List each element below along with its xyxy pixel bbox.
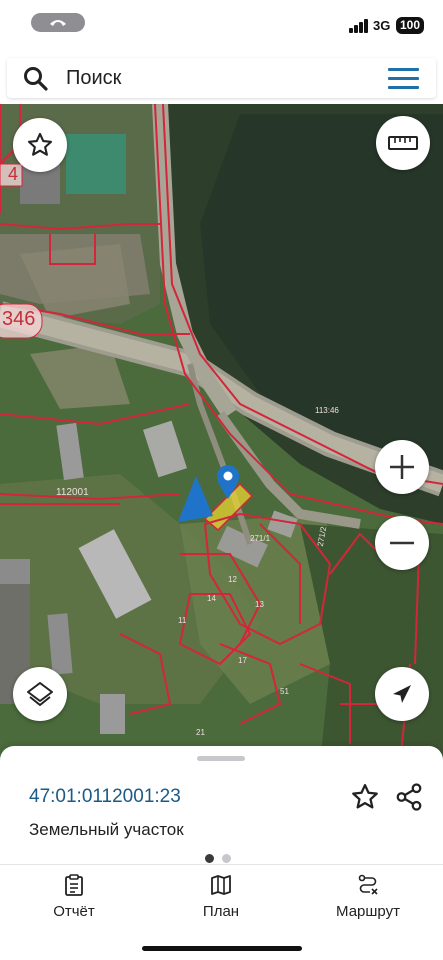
signal-icon: [349, 19, 369, 33]
page-indicator: [205, 850, 239, 868]
home-indicator[interactable]: [142, 946, 302, 951]
favorite-button[interactable]: [13, 118, 67, 172]
page-dot: [222, 854, 231, 863]
tab-label: План: [202, 903, 240, 920]
star-icon: [27, 132, 53, 156]
search-icon: [24, 67, 48, 91]
zoom-out-button[interactable]: [375, 516, 429, 570]
sheet-handle[interactable]: [197, 756, 245, 761]
tab-label: Маршрут: [336, 903, 400, 920]
map-view[interactable]: 346 112001 113:46 271/1 271/2 14 12 13 1…: [0, 104, 443, 764]
route-icon: [358, 874, 378, 895]
clipboard-icon: [65, 874, 83, 896]
map-label: 13: [255, 600, 264, 609]
layers-button[interactable]: [13, 667, 67, 721]
menu-button[interactable]: [388, 68, 419, 90]
tab-route[interactable]: Маршрут: [308, 874, 428, 924]
ruler-button[interactable]: [376, 116, 430, 170]
network-type: 3G: [373, 18, 391, 33]
plus-icon: [390, 455, 414, 479]
layers-icon: [27, 682, 53, 706]
ruler-icon: [388, 136, 418, 150]
map-label: 113:46: [315, 406, 339, 415]
map-label: 11: [178, 616, 187, 625]
battery-indicator: 100: [396, 17, 424, 34]
map-label: 21: [196, 728, 205, 737]
map-label: 346: [2, 308, 36, 330]
share-icon[interactable]: [394, 782, 424, 812]
divider: [0, 864, 443, 865]
status-bar: 3G 100: [0, 0, 443, 52]
navigation-arrow-icon: [393, 685, 411, 703]
map-label: 14: [207, 594, 216, 603]
tab-plan[interactable]: План: [161, 874, 281, 924]
call-indicator[interactable]: [31, 13, 85, 32]
map-label: 12: [228, 575, 237, 584]
cadastral-number[interactable]: 47:01:0112001:23: [29, 786, 181, 808]
satellite-map: [0, 104, 443, 764]
map-icon: [211, 875, 231, 895]
map-label: 271/1: [250, 534, 271, 543]
phone-icon: [50, 20, 66, 26]
zoom-in-button[interactable]: [375, 440, 429, 494]
page-dot-active: [205, 854, 214, 863]
map-label: 4: [8, 164, 19, 184]
parcel-type: Земельный участок: [29, 820, 184, 839]
my-location-button[interactable]: [375, 667, 429, 721]
search-bar[interactable]: Поиск: [7, 58, 436, 98]
map-label: 17: [238, 656, 247, 665]
search-input[interactable]: Поиск: [66, 67, 121, 90]
tab-label: Отчёт: [53, 903, 95, 920]
minus-icon: [390, 541, 414, 545]
map-label: 51: [280, 687, 289, 696]
parcel-info-sheet[interactable]: 47:01:0112001:23 Земельный участок Отчёт…: [0, 746, 443, 960]
map-label: 112001: [56, 487, 89, 498]
star-icon[interactable]: [350, 782, 380, 812]
tab-report[interactable]: Отчёт: [14, 874, 134, 924]
